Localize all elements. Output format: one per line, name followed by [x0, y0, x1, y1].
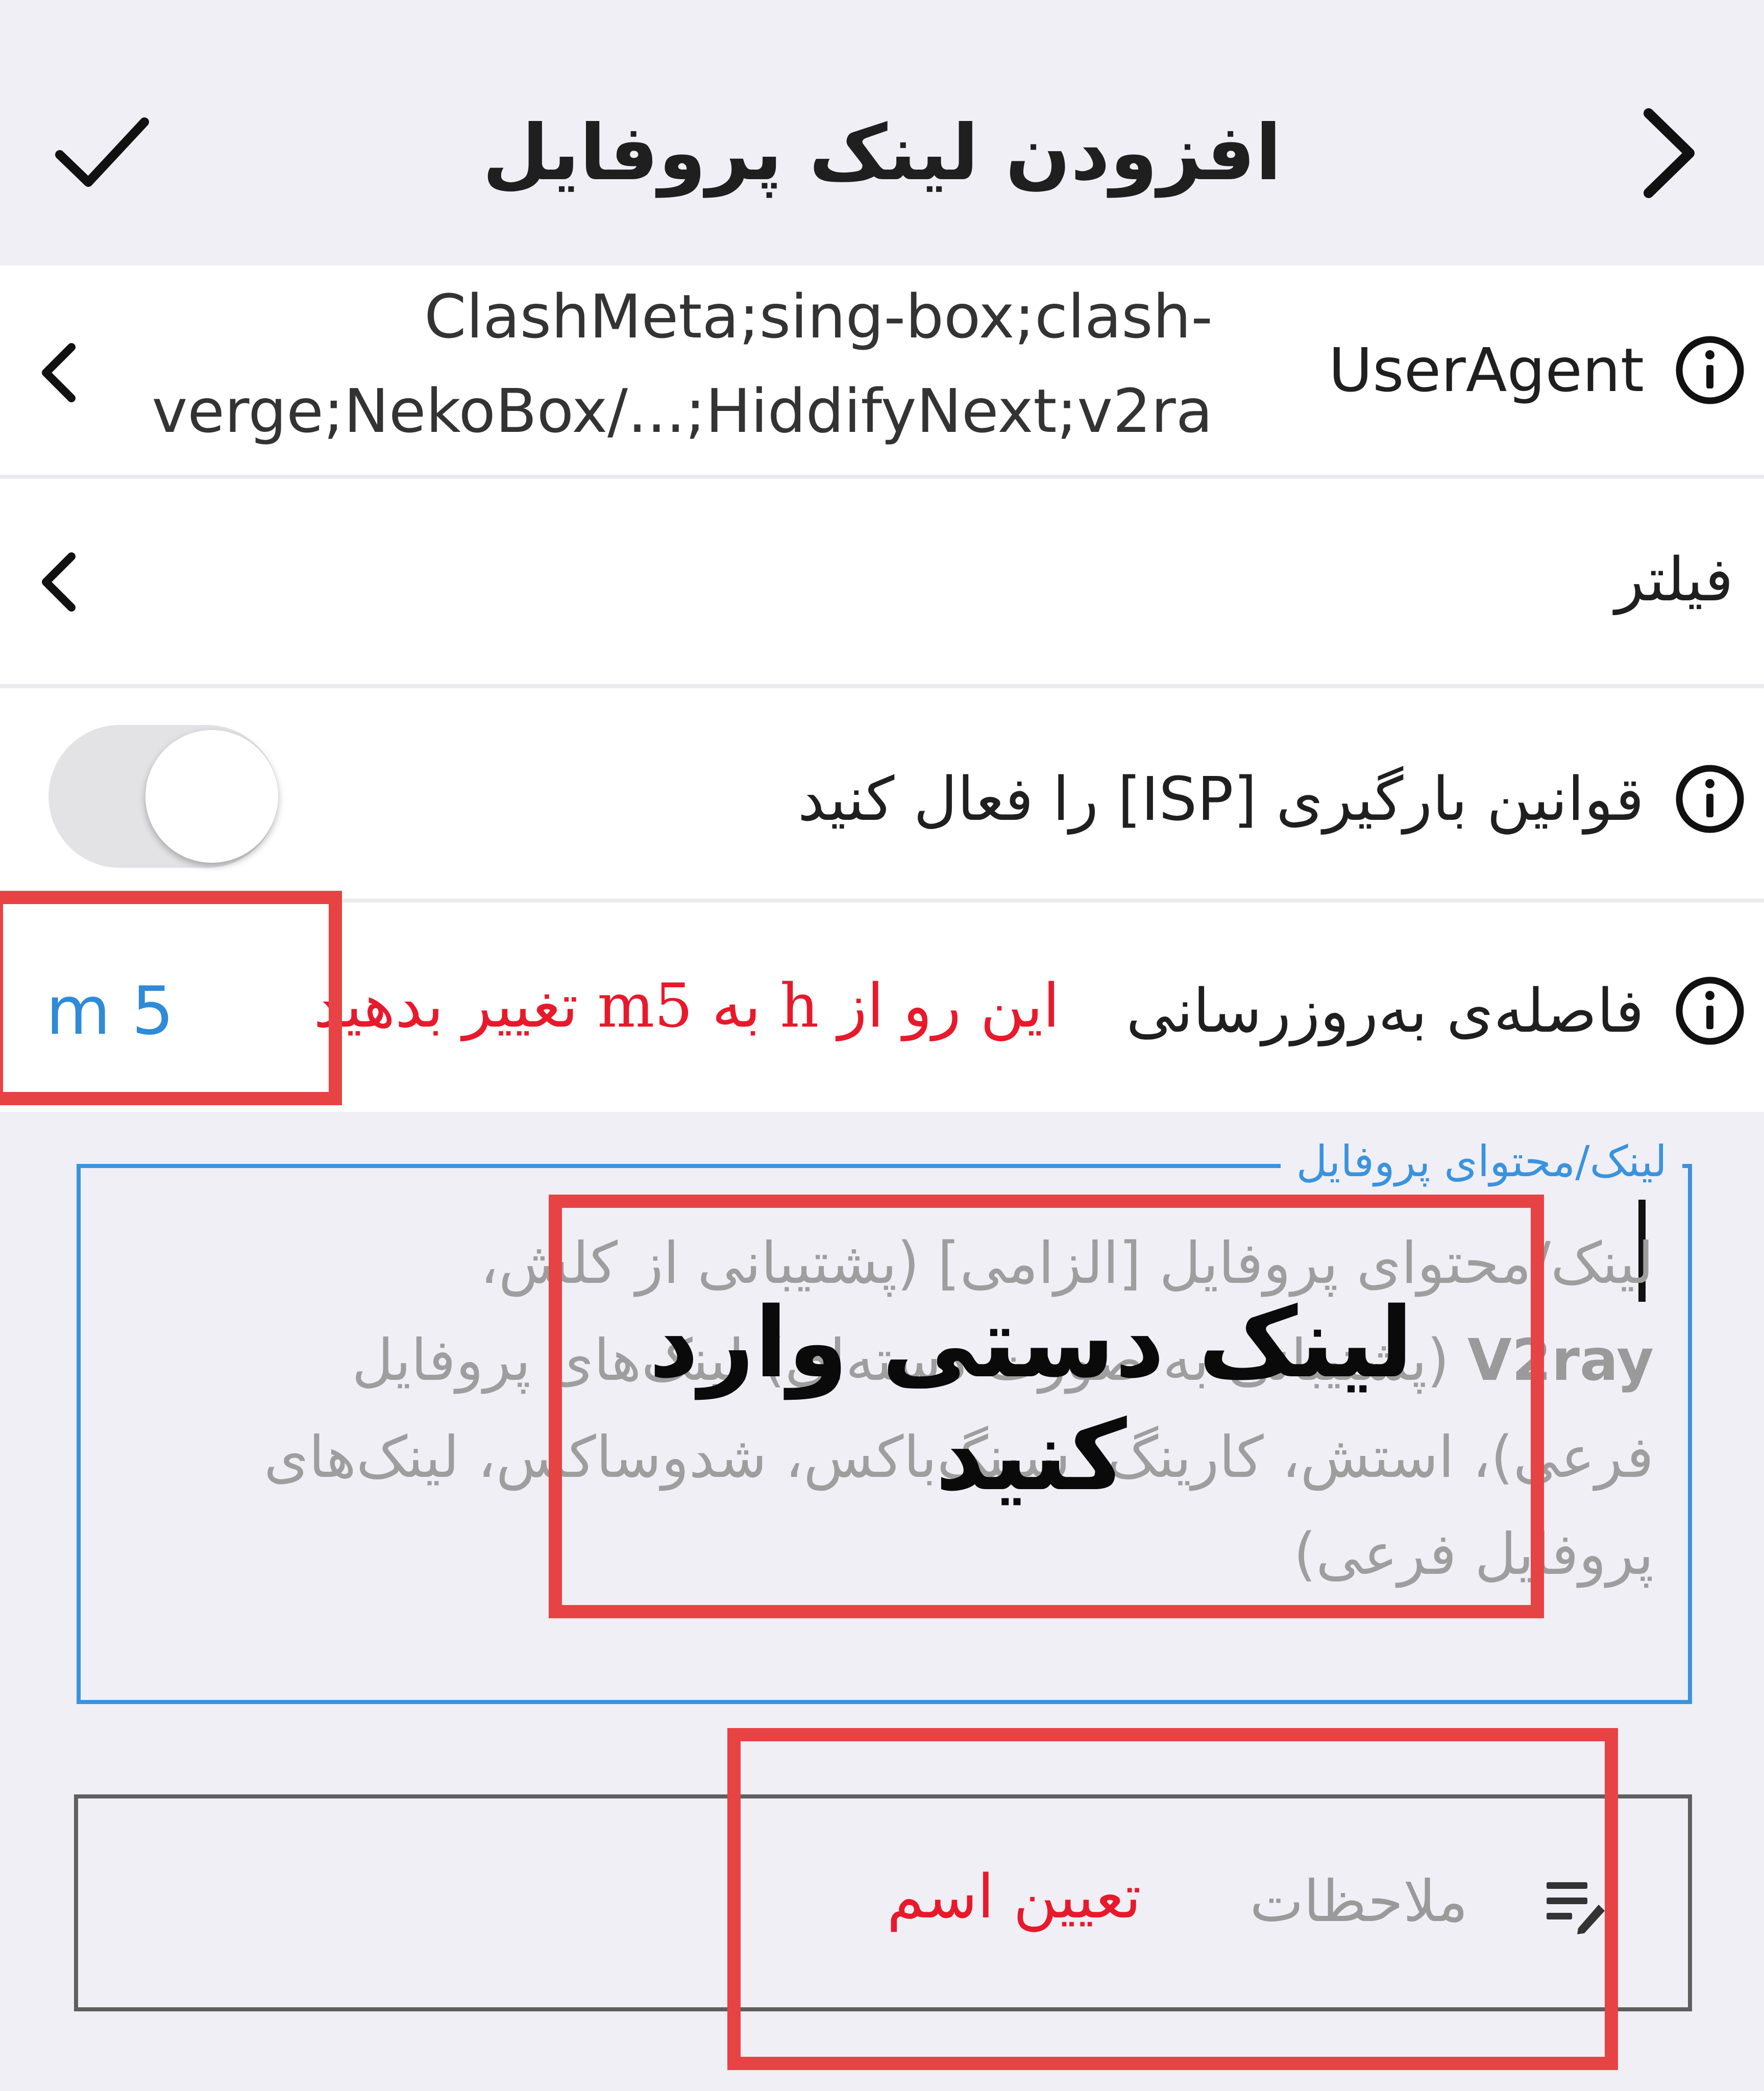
checkmark-icon[interactable]: [51, 102, 153, 204]
interval-annotation-text: این رو از h به m5 تغییر بدهید: [313, 970, 1060, 1041]
page-title: افزودن لینک پروفایل: [482, 109, 1282, 198]
user-agent-label: UserAgent: [1328, 335, 1644, 405]
info-icon[interactable]: [1674, 975, 1746, 1047]
name-annotation-box: [727, 1728, 1618, 2070]
toggle-knob: [145, 730, 278, 863]
profile-link-legend: لینک/محتوای پروفایل: [1281, 1136, 1682, 1187]
filter-label: فیلتر: [1615, 544, 1733, 615]
update-interval-label: فاصله‌ی به‌روزرسانی: [1126, 976, 1644, 1046]
interval-annotation-box: [0, 891, 342, 1105]
filter-row[interactable]: [0, 479, 1764, 684]
user-agent-value-line-1: ClashMeta;sing-box;clash-: [424, 281, 1213, 352]
user-agent-value-line-2: verge;NekoBox/...;HiddifyNext;v2ra: [152, 376, 1213, 446]
chevron-left-icon: [31, 549, 87, 615]
chevron-right-icon[interactable]: [1618, 102, 1720, 204]
divider: [0, 475, 1764, 479]
isp-rules-label: قوانین بارگیری [ISP] را فعال کنید: [797, 764, 1644, 834]
info-icon[interactable]: [1674, 334, 1746, 406]
link-annotation-text: لینک دستی وارد کنید: [649, 1286, 1413, 1512]
chevron-left-icon: [31, 339, 87, 406]
divider: [0, 684, 1764, 688]
info-icon[interactable]: [1674, 763, 1746, 835]
